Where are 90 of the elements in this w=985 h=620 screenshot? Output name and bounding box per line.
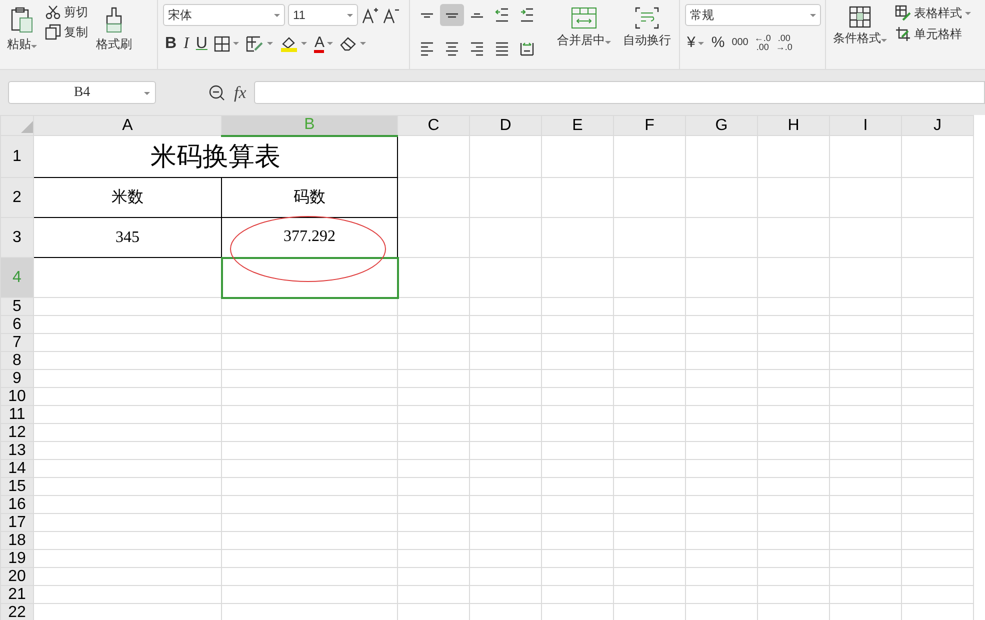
italic-button[interactable]: I	[182, 33, 191, 54]
row-header[interactable]: 18	[0, 532, 34, 550]
align-top-icon	[420, 12, 434, 18]
row-header[interactable]: 12	[0, 424, 34, 442]
clear-button[interactable]	[338, 35, 368, 52]
decimal-button[interactable]: ←.0 .00	[753, 34, 772, 52]
align-justify-icon	[495, 42, 509, 56]
column-header[interactable]: F	[614, 116, 686, 136]
row-header[interactable]: 6	[0, 316, 34, 334]
grid-icon	[214, 36, 230, 52]
cell-format-button[interactable]	[244, 34, 276, 53]
column-header[interactable]: I	[830, 116, 902, 136]
row-header[interactable]: 17	[0, 514, 34, 532]
row-header[interactable]: 9	[0, 370, 34, 388]
table-style-button[interactable]: 表格样式	[893, 4, 973, 22]
table-cell: 米码换算表	[34, 136, 398, 178]
paste-button[interactable]: 粘贴	[5, 4, 39, 69]
number-format-dropdown[interactable]: 常规	[685, 4, 821, 26]
align-indent-icon	[520, 8, 534, 22]
shrink-font-icon	[382, 6, 400, 24]
align-outdent-icon	[495, 8, 509, 22]
crop-brush-icon	[895, 26, 911, 42]
wrap-text-icon	[634, 6, 660, 30]
row-header[interactable]: 16	[0, 496, 34, 514]
font-size-dropdown[interactable]: 11	[288, 4, 358, 26]
font-color-button[interactable]: A	[312, 34, 336, 54]
align-bottom-icon	[470, 12, 484, 18]
row-header[interactable]: 3	[0, 218, 34, 258]
percent-button[interactable]: %	[709, 33, 727, 53]
table-grid-icon	[849, 6, 871, 28]
column-header[interactable]: E	[542, 116, 614, 136]
column-header[interactable]: D	[470, 116, 542, 136]
grow-font-icon	[361, 6, 379, 24]
eraser-icon	[340, 36, 358, 52]
column-header[interactable]: C	[398, 116, 470, 136]
conditional-format-button[interactable]: 条件格式	[831, 4, 889, 69]
row-header[interactable]: 14	[0, 460, 34, 478]
row-header[interactable]: 15	[0, 478, 34, 496]
row-header[interactable]: 5	[0, 298, 34, 316]
row-header[interactable]: 21	[0, 586, 34, 604]
align-right-icon	[470, 42, 484, 56]
row-header[interactable]: 19	[0, 550, 34, 568]
align-left-icon	[420, 42, 434, 56]
paint-bucket-icon	[280, 35, 298, 52]
format-painter-button[interactable]: 格式刷	[94, 4, 134, 69]
brush-icon	[104, 6, 124, 34]
row-header[interactable]: 2	[0, 178, 34, 218]
row-header[interactable]: 8	[0, 352, 34, 370]
pencil-grid-icon	[246, 36, 264, 52]
row-header[interactable]: 7	[0, 334, 34, 352]
function-label[interactable]: fx	[234, 80, 246, 106]
font-name-dropdown[interactable]: 宋体	[163, 4, 285, 26]
selected-cell[interactable]	[222, 258, 398, 298]
name-box[interactable]: B4	[8, 81, 156, 104]
thousands-button[interactable]: 000	[730, 36, 750, 50]
wrap-text-button[interactable]: 自动换行	[621, 4, 673, 69]
align-distributed-icon	[520, 42, 534, 56]
merge-cells-icon	[570, 6, 598, 30]
align-middle-icon	[445, 12, 459, 18]
align-middle-button[interactable]	[440, 4, 464, 26]
row-header[interactable]: 11	[0, 406, 34, 424]
cut-button[interactable]: 剪切	[43, 4, 90, 20]
row-header[interactable]: 20	[0, 568, 34, 586]
corner-triangle-icon	[21, 120, 33, 133]
column-header[interactable]: H	[758, 116, 830, 136]
currency-button[interactable]: ¥	[685, 33, 706, 53]
row-header[interactable]: 1	[0, 136, 34, 178]
decimal-button[interactable]: .00 →.0	[774, 34, 794, 52]
underline-button[interactable]: U	[194, 33, 210, 54]
column-header[interactable]: J	[902, 116, 974, 136]
copy-icon	[45, 24, 61, 40]
align-center-icon	[445, 42, 459, 56]
table-cell: 345	[34, 218, 222, 258]
scissors-icon	[45, 5, 61, 20]
copy-button[interactable]: 复制	[43, 23, 90, 42]
clipboard-icon	[10, 6, 34, 34]
column-header[interactable]: A	[34, 116, 222, 136]
cell-style-button[interactable]: 单元格样	[893, 25, 973, 43]
row-header[interactable]: 13	[0, 442, 34, 460]
zoom-out-icon	[208, 84, 226, 102]
formula-input[interactable]	[254, 81, 985, 104]
table-brush-icon	[895, 5, 911, 21]
table-cell: 码数	[222, 178, 398, 218]
row-header[interactable]: 10	[0, 388, 34, 406]
merge-center-button[interactable]: 合并居中	[555, 4, 613, 69]
borders-button[interactable]	[212, 34, 242, 53]
column-header[interactable]: G	[686, 116, 758, 136]
table-cell: 米数	[34, 178, 222, 218]
row-header[interactable]: 22	[0, 604, 34, 620]
bold-button[interactable]: B	[163, 33, 179, 54]
